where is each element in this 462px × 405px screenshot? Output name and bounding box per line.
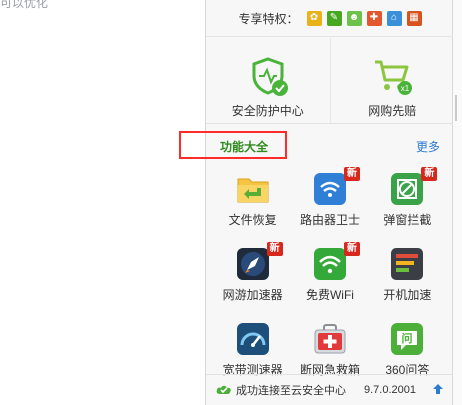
shield-icon	[248, 56, 288, 96]
question-bubble-icon: 问	[389, 321, 425, 357]
more-link[interactable]: 更多	[416, 138, 440, 155]
leaf-icon[interactable]: ✎	[326, 10, 342, 26]
right-scroll-strip	[453, 0, 462, 405]
new-badge: 新	[266, 242, 283, 256]
tool-popup-blocker[interactable]: 新 弹窗拦截	[369, 165, 446, 234]
shopping-protect-label: 网购先赔	[368, 104, 417, 118]
background-text: 可以优化	[0, 0, 49, 10]
shopping-protect-button[interactable]: x1 网购先赔	[329, 38, 455, 123]
status-bar: 成功连接至云安全中心 9.7.0.2001	[206, 374, 454, 405]
tool-label: 路由器卫士	[299, 213, 360, 227]
security-center-button[interactable]: 安全防护中心	[206, 38, 330, 123]
tool-game-accelerator[interactable]: 新 网游加速器	[214, 240, 291, 309]
home-icon[interactable]: ⌂	[386, 10, 402, 26]
tool-file-recovery[interactable]: 文件恢复	[214, 165, 291, 234]
scroll-marker	[455, 95, 457, 121]
svg-text:问: 问	[402, 331, 413, 345]
tool-label: 文件恢复	[228, 213, 277, 227]
privileges-label: 专享特权：	[238, 11, 299, 26]
upgrade-arrow-icon[interactable]	[432, 383, 444, 398]
tool-label: 弹窗拦截	[383, 213, 432, 227]
tool-free-wifi[interactable]: 新 免费WiFi	[291, 240, 368, 309]
popup-block-icon: 新	[389, 167, 438, 207]
tools-panel: 专享特权： ✿ ✎ ☻ ✚ ⌂ ▦ 安全防护中心 x1 网购先赔 功能大全 更多…	[205, 0, 454, 405]
tools-grid: 文件恢复 新 路由器卫士 新 弹窗拦截 新 网游加速器 新 免费WiFi 开机加…	[214, 165, 446, 384]
grid-icon[interactable]: ▦	[406, 10, 422, 26]
rocket-icon: 新	[235, 242, 283, 282]
tool-startup-accelerator[interactable]: 开机加速	[369, 240, 446, 309]
new-badge: 新	[343, 242, 360, 256]
new-badge: 新	[421, 167, 438, 181]
privileges-row: 专享特权： ✿ ✎ ☻ ✚ ⌂ ▦	[206, 0, 454, 37]
new-badge: 新	[343, 167, 360, 181]
tool-router-guard[interactable]: 新 路由器卫士	[291, 165, 368, 234]
version-text: 9.7.0.2001	[364, 384, 416, 396]
tool-label: 网游加速器	[222, 288, 283, 302]
tool-label: 免费WiFi	[305, 288, 354, 302]
cloud-check-icon	[216, 383, 232, 398]
router-wifi-icon: 新	[312, 167, 360, 207]
tiger-icon[interactable]: ✿	[306, 10, 322, 26]
shopping-cart-icon: x1	[372, 56, 413, 96]
startup-bars-icon	[389, 246, 425, 282]
status-text: 成功连接至云安全中心	[236, 385, 346, 397]
top-features: 安全防护中心 x1 网购先赔	[206, 38, 454, 124]
folder-restore-icon	[235, 171, 271, 207]
cart-badge: x1	[401, 84, 410, 93]
gift-icon[interactable]: ✚	[366, 10, 382, 26]
tool-label: 开机加速	[383, 288, 432, 302]
frog-icon[interactable]: ☻	[346, 10, 362, 26]
first-aid-kit-icon	[312, 321, 348, 357]
section-title: 功能大全	[220, 140, 269, 154]
speedometer-icon	[235, 321, 271, 357]
wifi-icon: 新	[312, 242, 360, 282]
security-center-label: 安全防护中心	[231, 104, 304, 118]
